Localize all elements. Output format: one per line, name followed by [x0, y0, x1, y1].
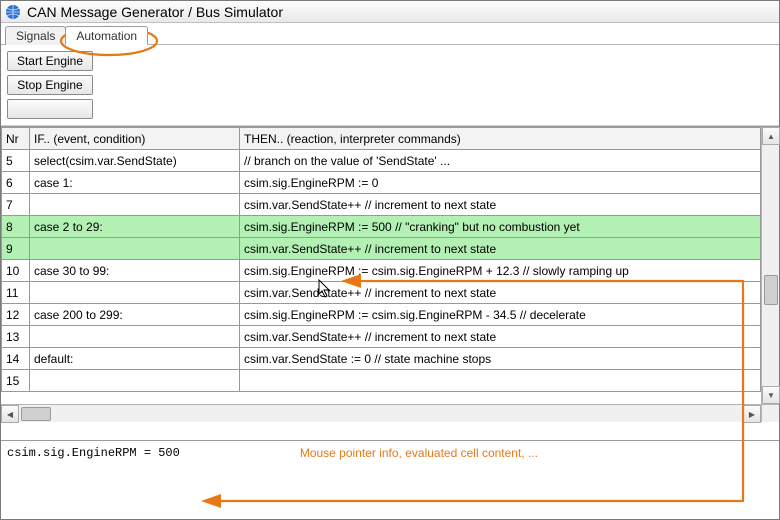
cell-then[interactable]: // branch on the value of 'SendState' ..… [240, 150, 761, 172]
cell-then[interactable]: csim.sig.EngineRPM := csim.sig.EngineRPM… [240, 260, 761, 282]
grid-header-row: Nr IF.. (event, condition) THEN.. (react… [2, 128, 761, 150]
cell-nr[interactable]: 6 [2, 172, 30, 194]
scroll-up-arrow-icon[interactable]: ▲ [762, 127, 780, 145]
vertical-scrollbar[interactable]: ▲ ▼ [761, 127, 779, 404]
col-header-then[interactable]: THEN.. (reaction, interpreter commands) [240, 128, 761, 150]
title-bar: CAN Message Generator / Bus Simulator [1, 1, 779, 23]
cell-nr[interactable]: 14 [2, 348, 30, 370]
cell-if[interactable] [30, 238, 240, 260]
table-row[interactable]: 10case 30 to 99:csim.sig.EngineRPM := cs… [2, 260, 761, 282]
table-row[interactable]: 9 csim.var.SendState++ // increment to ne… [2, 238, 761, 260]
cell-if[interactable]: case 2 to 29: [30, 216, 240, 238]
cell-then[interactable]: csim.var.SendState++ // increment to nex… [240, 282, 761, 304]
scrollbar-corner [761, 404, 779, 422]
cell-nr[interactable]: 8 [2, 216, 30, 238]
app-globe-icon [5, 4, 21, 20]
cell-nr[interactable]: 7 [2, 194, 30, 216]
cell-if[interactable]: case 30 to 99: [30, 260, 240, 282]
scroll-right-arrow-icon[interactable]: ▶ [743, 405, 761, 423]
table-row[interactable]: 6case 1:csim.sig.EngineRPM := 0 [2, 172, 761, 194]
tab-signals[interactable]: Signals [5, 26, 66, 45]
table-row[interactable]: 14default:csim.var.SendState := 0 // sta… [2, 348, 761, 370]
table-row[interactable]: 8case 2 to 29:csim.sig.EngineRPM := 500 … [2, 216, 761, 238]
cell-nr[interactable]: 13 [2, 326, 30, 348]
start-engine-button[interactable]: Start Engine [7, 51, 93, 71]
table-row[interactable]: 7 csim.var.SendState++ // increment to ne… [2, 194, 761, 216]
status-hint-annotation: Mouse pointer info, evaluated cell conte… [300, 446, 538, 460]
cell-if[interactable]: select(csim.var.SendState) [30, 150, 240, 172]
hscroll-thumb[interactable] [21, 407, 51, 421]
cell-nr[interactable]: 12 [2, 304, 30, 326]
col-header-nr[interactable]: Nr [2, 128, 30, 150]
automation-grid[interactable]: Nr IF.. (event, condition) THEN.. (react… [1, 127, 761, 392]
empty-button[interactable]: . [7, 99, 93, 119]
cell-nr[interactable]: 11 [2, 282, 30, 304]
cell-nr[interactable]: 5 [2, 150, 30, 172]
cell-nr[interactable]: 10 [2, 260, 30, 282]
tab-row: Signals Automation [1, 23, 779, 45]
status-text: csim.sig.EngineRPM = 500 [7, 446, 180, 460]
scroll-down-arrow-icon[interactable]: ▼ [762, 386, 780, 404]
cell-if[interactable]: case 1: [30, 172, 240, 194]
status-bar: csim.sig.EngineRPM = 500 Mouse pointer i… [1, 440, 779, 464]
cell-then[interactable]: csim.sig.EngineRPM := 0 [240, 172, 761, 194]
table-row[interactable]: 11 csim.var.SendState++ // increment to n… [2, 282, 761, 304]
scroll-left-arrow-icon[interactable]: ◀ [1, 405, 19, 423]
cell-then[interactable]: csim.sig.EngineRPM := csim.sig.EngineRPM… [240, 304, 761, 326]
cell-nr[interactable]: 9 [2, 238, 30, 260]
stop-engine-button[interactable]: Stop Engine [7, 75, 93, 95]
automation-grid-area: Nr IF.. (event, condition) THEN.. (react… [1, 126, 779, 422]
cell-if[interactable] [30, 194, 240, 216]
cell-if[interactable] [30, 370, 240, 392]
table-row[interactable]: 13 csim.var.SendState++ // increment to n… [2, 326, 761, 348]
cell-then[interactable]: csim.var.SendState++ // increment to nex… [240, 326, 761, 348]
toolbar: Start Engine Stop Engine . [1, 45, 779, 126]
cell-if[interactable] [30, 326, 240, 348]
table-row[interactable]: 15 [2, 370, 761, 392]
vscroll-thumb[interactable] [764, 275, 778, 305]
table-row[interactable]: 5select(csim.var.SendState)// branch on … [2, 150, 761, 172]
cell-if[interactable]: case 200 to 299: [30, 304, 240, 326]
cell-if[interactable] [30, 282, 240, 304]
cell-if[interactable]: default: [30, 348, 240, 370]
table-row[interactable]: 12case 200 to 299:csim.sig.EngineRPM := … [2, 304, 761, 326]
cell-then[interactable] [240, 370, 761, 392]
cell-then[interactable]: csim.var.SendState := 0 // state machine… [240, 348, 761, 370]
cell-nr[interactable]: 15 [2, 370, 30, 392]
cell-then[interactable]: csim.var.SendState++ // increment to nex… [240, 238, 761, 260]
app-window: CAN Message Generator / Bus Simulator Si… [0, 0, 780, 520]
grid-scroll: Nr IF.. (event, condition) THEN.. (react… [1, 127, 761, 404]
window-title: CAN Message Generator / Bus Simulator [27, 4, 283, 20]
horizontal-scrollbar[interactable]: ◀ ▶ [1, 404, 761, 422]
tab-automation[interactable]: Automation [65, 26, 148, 45]
cell-then[interactable]: csim.var.SendState++ // increment to nex… [240, 194, 761, 216]
cell-then[interactable]: csim.sig.EngineRPM := 500 // "cranking" … [240, 216, 761, 238]
col-header-if[interactable]: IF.. (event, condition) [30, 128, 240, 150]
